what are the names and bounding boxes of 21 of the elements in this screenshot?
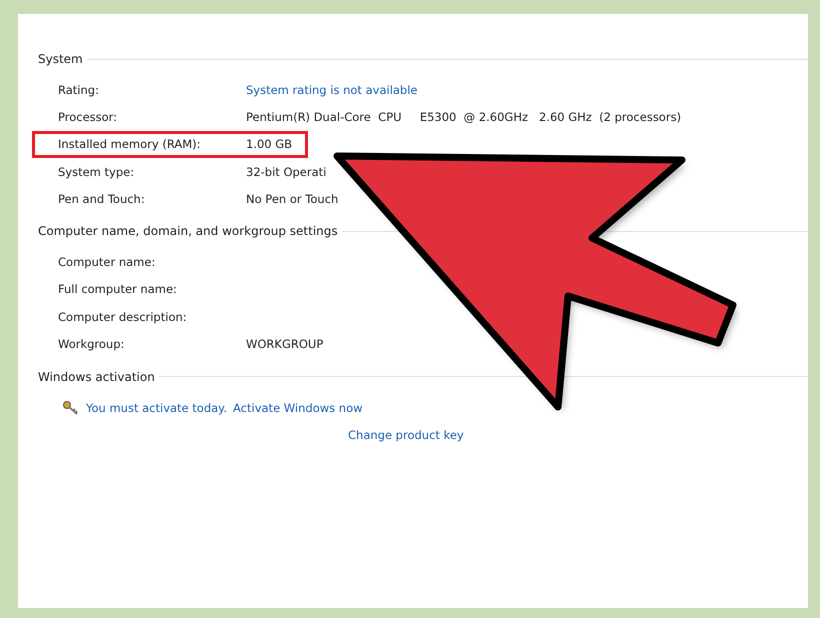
field-value: No Pen or Touch [246,192,338,206]
section-heading: Windows activation [38,370,155,384]
section-heading: System [38,52,83,66]
field-value: 32-bit Operati [246,164,326,179]
field-label: Computer description: [58,310,188,324]
section-heading: Computer name, domain, and workgroup settings [38,224,338,238]
field-label: Full computer name: [58,282,178,296]
field-value: 1.00 GB [246,137,292,152]
change-product-key-link[interactable]: Change product key [348,428,464,442]
field-label: Installed memory (RAM): [58,137,202,152]
field-label: Rating: [58,82,100,97]
field-label: Workgroup: [58,337,126,352]
field-label: Processor: [58,110,118,124]
field-label: System type: [58,164,136,179]
field-value: WORKGROUP [246,337,324,352]
field-label: Pen and Touch: [58,192,146,206]
field-value: Pentium(R) Dual-Core CPU E5300 @ 2.60GHz 2.60 GHz (2 processors) [246,110,682,124]
activate-windows-link[interactable]: Activate Windows now [233,400,363,415]
field-label: Computer name: [58,255,156,270]
rating-link[interactable]: System rating is not available [246,82,418,97]
activation-status-link[interactable]: You must activate today. [86,400,228,415]
